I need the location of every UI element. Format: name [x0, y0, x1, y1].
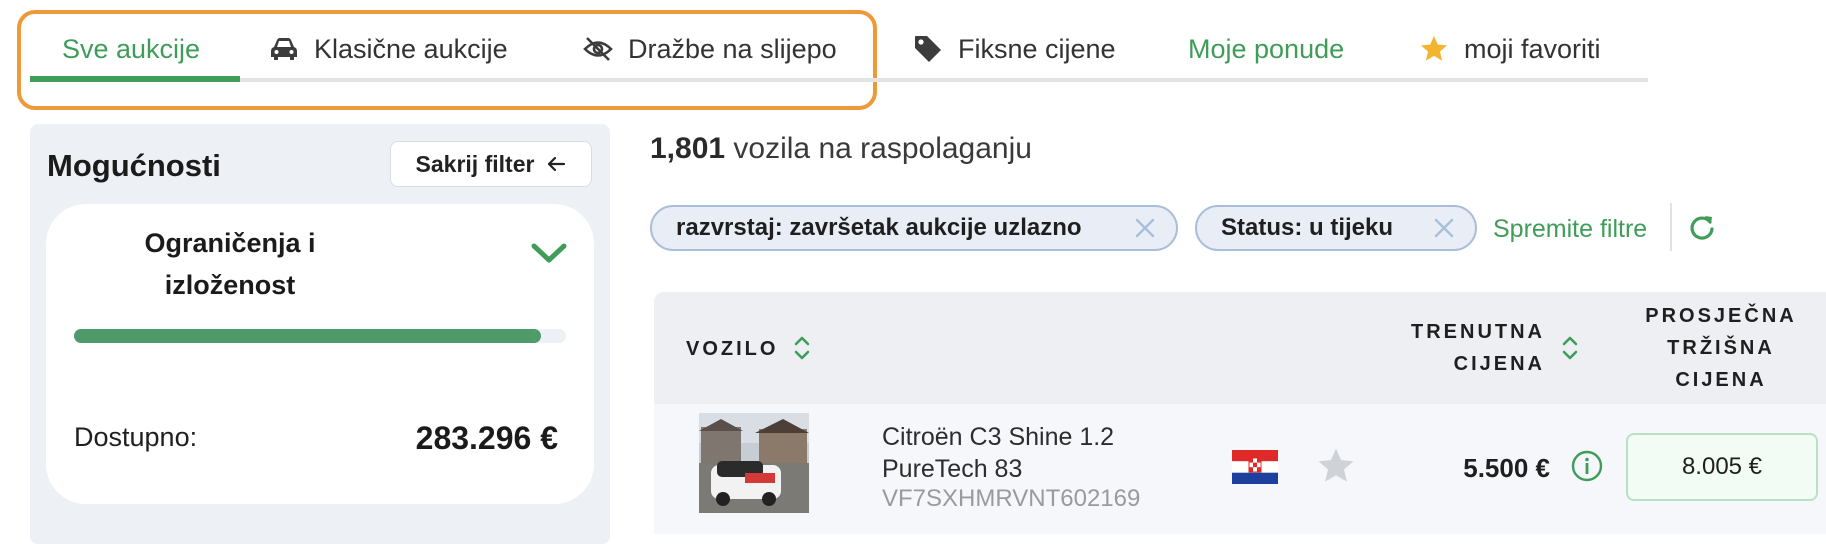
header-line: TRENUTNA — [1411, 321, 1545, 343]
sort-icon[interactable] — [793, 335, 811, 366]
tab-my-bids[interactable]: Moje ponude — [1188, 20, 1344, 78]
tab-fixed-prices[interactable]: Fiksne cijene — [912, 20, 1116, 78]
results-count-number: 1,801 — [650, 132, 726, 165]
avg-market-price-column-header: PROSJEČNA TRŽIŠNA CIJENA — [1626, 300, 1816, 396]
exposure-progress-fill — [74, 329, 542, 343]
tab-label: Klasične aukcije — [314, 33, 508, 64]
refresh-icon[interactable] — [1688, 213, 1716, 246]
vehicle-name-line2: PureTech 83 — [882, 455, 1023, 483]
sort-icon[interactable] — [1561, 335, 1579, 366]
tabs-baseline — [30, 78, 1648, 82]
hide-filter-label: Sakrij filter — [415, 150, 535, 177]
active-tab-indicator — [30, 76, 240, 82]
hide-filter-button[interactable]: Sakrij filter — [390, 141, 592, 187]
vehicle-name-line1: Citroën C3 Shine 1.2 — [882, 423, 1115, 451]
exposure-progress-bar — [74, 329, 566, 343]
save-filters-link[interactable]: Spremite filtre — [1493, 215, 1647, 244]
tab-my-favorites[interactable]: moji favoriti — [1418, 20, 1601, 78]
limits-card-title[interactable]: Ograničenja i izloženost — [110, 222, 350, 306]
header-line: PROSJEČNA — [1645, 305, 1797, 327]
close-icon[interactable] — [1134, 217, 1156, 239]
chip-label: razvrstaj: završetak aukcije uzlazno — [676, 214, 1082, 241]
results-count-suffix: vozila na raspolaganju — [725, 132, 1032, 165]
filter-chip-sort[interactable]: razvrstaj: završetak aukcije uzlazno — [650, 205, 1178, 251]
tab-classic-auctions[interactable]: Klasične aukcije — [268, 20, 508, 78]
tab-label: Dražbe na slijepo — [628, 33, 837, 64]
limits-title-line1: Ograničenja i — [144, 228, 316, 258]
favorite-star-icon[interactable] — [1316, 446, 1356, 491]
vehicle-name[interactable]: Citroën C3 Shine 1.2 PureTech 83 — [882, 421, 1114, 485]
car-icon — [268, 33, 300, 65]
arrow-left-icon — [546, 155, 566, 173]
croatia-flag-icon — [1232, 450, 1278, 484]
tab-blind-auctions[interactable]: Dražbe na slijepo — [582, 20, 837, 78]
info-icon[interactable] — [1571, 450, 1603, 487]
current-price: 5.500 € — [1463, 453, 1550, 483]
eye-slash-icon — [582, 33, 614, 65]
header-line: TRŽIŠNA — [1667, 337, 1775, 359]
header-line: CIJENA — [1675, 369, 1767, 391]
tag-icon — [912, 33, 944, 65]
vehicle-thumbnail[interactable] — [699, 413, 809, 513]
tab-all-auctions[interactable]: Sve aukcije — [62, 20, 200, 78]
tab-label: Sve aukcije — [62, 33, 201, 64]
available-label: Dostupno: — [74, 422, 198, 452]
close-icon[interactable] — [1433, 217, 1455, 239]
divider — [1670, 203, 1672, 251]
results-count: 1,801 vozila na raspolaganju — [650, 132, 1032, 166]
header-line: CIJENA — [1453, 353, 1545, 375]
current-price-column-header[interactable]: TRENUTNA CIJENA — [1405, 316, 1545, 380]
vehicle-vin: VF7SXHMRVNT602169 — [882, 485, 1141, 512]
limits-title-line2: izloženost — [164, 270, 296, 300]
chip-label: Status: u tijeku — [1221, 214, 1394, 241]
check-icon[interactable] — [530, 238, 568, 271]
tab-label: moji favoriti — [1464, 33, 1601, 64]
available-value: 283.296 € — [415, 420, 558, 456]
sidebar-title: Mogućnosti — [47, 148, 221, 183]
avg-market-price[interactable]: 8.005 € — [1626, 433, 1818, 501]
tab-label: Fiksne cijene — [958, 33, 1116, 64]
star-icon — [1418, 33, 1450, 65]
filter-chip-status[interactable]: Status: u tijeku — [1195, 205, 1477, 251]
vehicle-column-header[interactable]: VOZILO — [686, 333, 778, 365]
tab-label: Moje ponude — [1188, 33, 1345, 64]
